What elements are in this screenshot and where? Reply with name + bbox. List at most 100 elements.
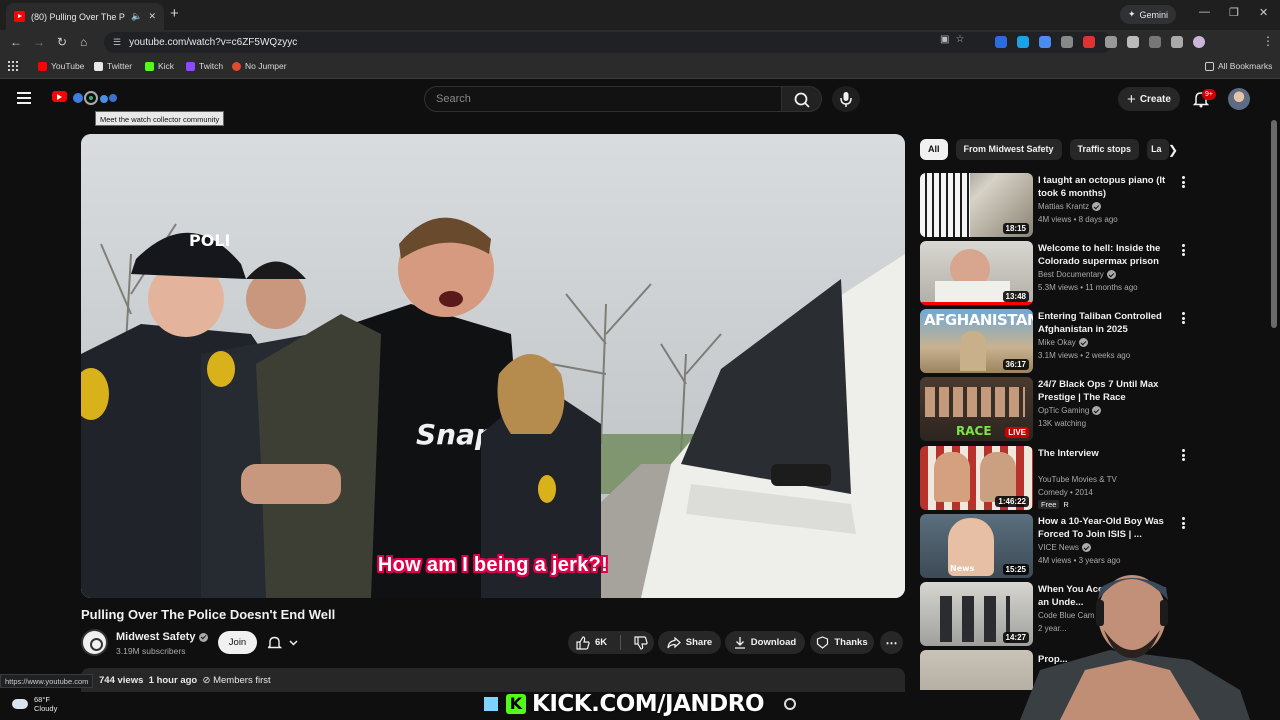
chip-all[interactable]: All	[920, 139, 948, 160]
chevron-right-icon[interactable]: ❯	[1168, 143, 1178, 157]
more-options-icon[interactable]	[1182, 449, 1185, 461]
new-tab-icon[interactable]: +	[170, 5, 179, 22]
star-icon[interactable]: ☆	[955, 34, 964, 45]
free-badge: Free	[1038, 500, 1060, 509]
video-player[interactable]: POLI Snap-on How am I being a jerk?!	[81, 134, 905, 598]
duration-badge: 36:17	[1002, 359, 1029, 370]
back-icon[interactable]: ←	[10, 35, 22, 49]
sidepanel-icon[interactable]	[1149, 36, 1161, 48]
all-bookmarks[interactable]: All Bookmarks	[1205, 61, 1272, 71]
subscribe-bell-dropdown[interactable]	[266, 636, 298, 653]
recommendation-item[interactable]: 18:15 I taught an octopus piano (It took…	[920, 173, 1190, 237]
extension-icon[interactable]	[1017, 36, 1029, 48]
dislike-button[interactable]	[634, 635, 648, 650]
more-options-icon[interactable]	[1182, 517, 1185, 529]
minimize-icon[interactable]: —	[1199, 6, 1210, 18]
rec-channel[interactable]: YouTube Movies & TV	[1038, 475, 1117, 484]
hamburger-menu-icon[interactable]	[17, 92, 31, 104]
video-thumbnail[interactable]: 18:15	[920, 173, 1033, 237]
rec-channel[interactable]: Best Documentary	[1038, 270, 1116, 279]
share-button[interactable]: Share	[658, 631, 721, 654]
rec-title[interactable]: I taught an octopus piano (It took 6 mon…	[1038, 174, 1168, 200]
page-scrollbar[interactable]	[1271, 120, 1277, 328]
site-info-icon[interactable]: ☰	[113, 37, 121, 48]
video-thumbnail[interactable]: RACE LIVE	[920, 377, 1033, 441]
video-thumbnail[interactable]: 13:48	[920, 241, 1033, 305]
gemini-button[interactable]: ✦ Gemini	[1120, 5, 1177, 24]
share-label: Share	[685, 637, 713, 648]
rec-channel[interactable]: Mike Okay	[1038, 338, 1088, 347]
browser-tab-youtube[interactable]: (80) Pulling Over The Police 🔈 ✕	[6, 3, 164, 30]
url-text: youtube.com/watch?v=c6ZF5WQzyyc	[129, 37, 298, 48]
reload-icon[interactable]: ↻	[57, 35, 67, 49]
rec-title[interactable]: Entering Taliban Controlled Afghanistan …	[1038, 310, 1168, 336]
doodle-logo-icon[interactable]	[70, 90, 118, 106]
puzzle-icon[interactable]	[1127, 36, 1139, 48]
bookmark-kick[interactable]: Kick	[145, 61, 174, 71]
install-icon[interactable]: ▣	[940, 34, 949, 45]
thanks-button[interactable]: Thanks	[810, 631, 874, 654]
channel-name-row[interactable]: Midwest Safety	[116, 631, 209, 643]
rec-channel[interactable]: Mattias Krantz	[1038, 202, 1102, 211]
menu-icon[interactable]	[1171, 36, 1183, 48]
rec-channel[interactable]: VICE News	[1038, 543, 1091, 552]
more-options-icon[interactable]	[1182, 244, 1185, 256]
verified-check-icon	[1081, 543, 1091, 552]
rec-title[interactable]: The Interview	[1038, 447, 1168, 460]
speaker-icon[interactable]: 🔈	[131, 11, 142, 22]
channel-name[interactable]: Midwest Safety	[116, 631, 195, 643]
extension-icon[interactable]	[1039, 36, 1051, 48]
chip-traffic-stops[interactable]: Traffic stops	[1069, 139, 1140, 160]
extension-icon[interactable]	[1105, 36, 1117, 48]
bookmark-no-jumper[interactable]: No Jumper	[232, 61, 287, 71]
search-input[interactable]: Search	[424, 86, 782, 112]
rec-title[interactable]: 24/7 Black Ops 7 Until Max Prestige | Th…	[1038, 378, 1168, 404]
close-window-icon[interactable]: ✕	[1259, 6, 1268, 19]
rec-channel[interactable]: OpTic Gaming	[1038, 406, 1102, 415]
restore-icon[interactable]: ❐	[1229, 6, 1239, 19]
tab-title: (80) Pulling Over The Police	[31, 11, 125, 22]
more-actions-button[interactable]: ⋯	[880, 631, 903, 654]
recommendation-item[interactable]: 13:48 Welcome to hell: Inside the Colora…	[920, 241, 1190, 305]
extension-icon[interactable]	[1083, 36, 1095, 48]
more-options-icon[interactable]	[1182, 176, 1185, 188]
youtube-logo-icon[interactable]	[52, 91, 67, 102]
bookmark-twitch[interactable]: Twitch	[186, 61, 223, 71]
voice-search-button[interactable]	[832, 86, 860, 112]
weather-condition: Cloudy	[34, 704, 58, 713]
kebab-menu-icon[interactable]: ⋮	[1262, 34, 1274, 48]
forward-icon[interactable]: →	[33, 35, 45, 49]
taskbar-weather[interactable]: 68°F Cloudy	[12, 695, 57, 713]
extension-icon[interactable]	[1061, 36, 1073, 48]
video-thumbnail[interactable]: 1:46:22	[920, 446, 1033, 510]
bookmark-youtube[interactable]: YouTube	[38, 61, 84, 71]
video-thumbnail[interactable]: AFGHANISTAN 36:17	[920, 309, 1033, 373]
profile-icon[interactable]	[1193, 36, 1205, 48]
account-avatar[interactable]	[1228, 88, 1250, 110]
create-button[interactable]: + Create	[1118, 87, 1180, 111]
taskbar-app-icon[interactable]	[784, 698, 797, 710]
recommendation-item[interactable]: 1:46:22 The Interview YouTube Movies & T…	[920, 446, 1190, 510]
join-button[interactable]: Join	[218, 631, 257, 654]
verified-check-icon	[1092, 202, 1102, 211]
more-options-icon[interactable]	[1182, 312, 1185, 324]
duration-badge: 18:15	[1002, 223, 1029, 234]
chip-partial[interactable]: La	[1147, 139, 1170, 160]
recommendation-item[interactable]: RACE LIVE 24/7 Black Ops 7 Until Max Pre…	[920, 377, 1190, 441]
plus-icon: +	[1127, 90, 1136, 108]
rec-title[interactable]: Welcome to hell: Inside the Colorado sup…	[1038, 242, 1168, 268]
chip-from-channel[interactable]: From Midwest Safety	[955, 139, 1062, 160]
rating-badge: R	[1063, 500, 1069, 509]
search-button[interactable]	[781, 86, 822, 112]
channel-avatar[interactable]	[81, 629, 108, 656]
bookmark-twitter[interactable]: Twitter	[94, 61, 132, 71]
thumbnail-text: AFGHANISTAN	[924, 311, 1033, 329]
extension-icon[interactable]	[995, 36, 1007, 48]
home-icon[interactable]: ⌂	[80, 35, 87, 49]
rec-title[interactable]: How a 10-Year-Old Boy Was Forced To Join…	[1038, 515, 1168, 541]
close-tab-icon[interactable]: ✕	[148, 11, 156, 22]
recommendation-item[interactable]: AFGHANISTAN 36:17 Entering Taliban Contr…	[920, 309, 1190, 373]
download-button[interactable]: Download	[725, 631, 805, 654]
apps-grid-icon[interactable]	[8, 61, 18, 71]
like-button[interactable]: 6K	[576, 635, 607, 650]
